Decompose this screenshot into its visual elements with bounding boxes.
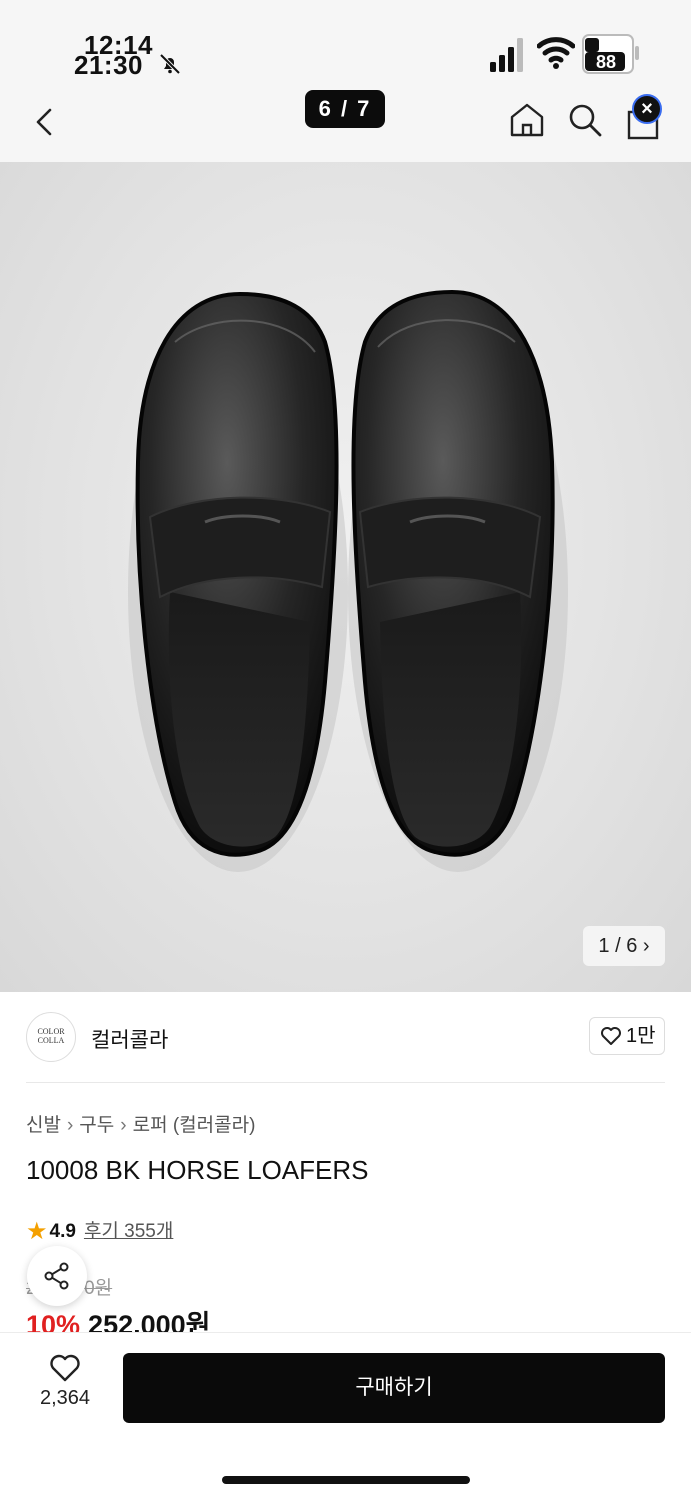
breadcrumb: 신발 › 구두 › 로퍼 (컬러콜라) bbox=[26, 1110, 255, 1137]
right-loafer bbox=[351, 289, 555, 857]
star-icon: ★ bbox=[26, 1218, 48, 1245]
rating-score: 4.9 bbox=[49, 1221, 76, 1242]
battery-level: 88 bbox=[595, 52, 617, 72]
breadcrumb-separator: › bbox=[120, 1115, 127, 1136]
share-button[interactable] bbox=[27, 1246, 87, 1306]
brand-name[interactable]: 컬러콜라 bbox=[91, 1024, 168, 1054]
heart-icon bbox=[50, 1354, 80, 1382]
brand-row[interactable]: COLOR COLLA 컬러콜라 1만 bbox=[0, 992, 691, 1082]
product-image[interactable] bbox=[0, 162, 691, 992]
rating-row[interactable]: ★ 4.9 후기 355개 bbox=[26, 1216, 173, 1246]
breadcrumb-item[interactable]: 신발 bbox=[26, 1115, 61, 1136]
left-loafer bbox=[135, 291, 339, 857]
brand-logo-line2: COLLA bbox=[37, 1036, 65, 1045]
review-link[interactable]: 후기 355개 bbox=[84, 1221, 173, 1242]
share-icon bbox=[44, 1262, 69, 1290]
home-icon[interactable] bbox=[507, 100, 547, 140]
image-counter: 6 / 7 bbox=[305, 90, 385, 128]
brand-logo-line1: COLOR bbox=[37, 1027, 65, 1036]
brand-logo[interactable]: COLOR COLLA bbox=[26, 1012, 76, 1062]
divider bbox=[26, 1082, 665, 1083]
wifi-icon bbox=[537, 37, 575, 69]
back-icon[interactable] bbox=[30, 104, 62, 140]
price-row: 10% 252,000원 bbox=[26, 1303, 211, 1333]
battery-icon: 88 bbox=[582, 34, 640, 76]
breadcrumb-separator: › bbox=[66, 1115, 74, 1136]
gallery-pager[interactable]: 1 / 6 › bbox=[583, 926, 665, 966]
top-nav: 6 / 7 bbox=[0, 88, 691, 162]
product-title: 10008 BK HORSE LOAFERS bbox=[26, 1155, 369, 1185]
status-bar: 12:14 21:30 88 bbox=[0, 0, 691, 88]
like-button[interactable]: 2,364 bbox=[30, 1353, 100, 1410]
home-indicator[interactable] bbox=[222, 1476, 470, 1484]
breadcrumb-item[interactable]: 로퍼 (컬러콜라) bbox=[133, 1115, 256, 1136]
bottom-bar: 2,364 구매하기 bbox=[0, 1332, 691, 1500]
like-count: 2,364 bbox=[39, 1387, 91, 1409]
sale-price: 252,000원 bbox=[88, 1310, 211, 1333]
signal-icon bbox=[490, 38, 523, 72]
breadcrumb-item[interactable]: 구두 bbox=[79, 1115, 114, 1136]
close-icon[interactable]: × bbox=[632, 94, 662, 124]
status-time-secondary: 21:30 bbox=[74, 50, 143, 80]
search-icon[interactable] bbox=[565, 100, 605, 140]
bell-slash-icon bbox=[159, 53, 181, 75]
discount-rate: 10% bbox=[26, 1310, 81, 1333]
loafers-image bbox=[128, 289, 568, 872]
buy-button[interactable]: 구매하기 bbox=[123, 1353, 665, 1423]
follow-count: 1만 bbox=[626, 1025, 656, 1047]
heart-icon bbox=[601, 1027, 621, 1045]
follow-button[interactable]: 1만 bbox=[589, 1017, 665, 1055]
